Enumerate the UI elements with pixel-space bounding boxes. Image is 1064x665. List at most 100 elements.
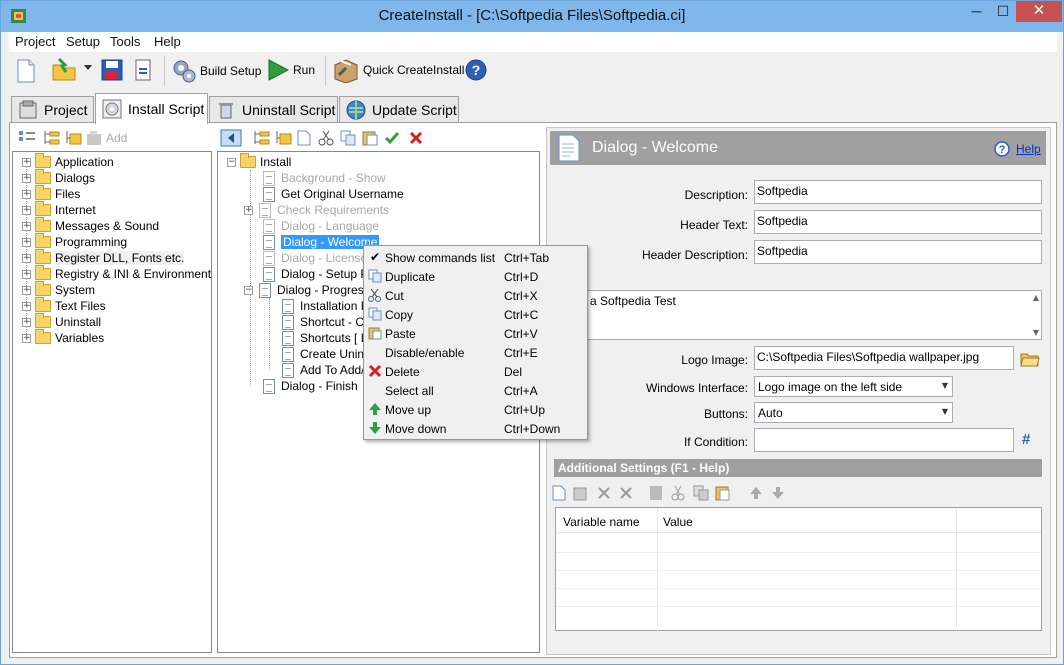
tree-item[interactable]: + Text Files (22, 297, 106, 314)
help-button[interactable]: ? (465, 59, 487, 81)
help-link[interactable]: Help (1016, 142, 1041, 156)
header-description-field[interactable]: Softpedia (754, 240, 1042, 264)
table-row[interactable] (556, 588, 1041, 589)
add-folder-icon[interactable] (64, 130, 82, 146)
maximize-button[interactable]: ☐ (990, 1, 1016, 22)
delete-icon[interactable] (408, 130, 424, 146)
header-text-field[interactable]: Softpedia (754, 210, 1042, 234)
tree-item[interactable]: + Messages & Sound (22, 217, 159, 234)
tree-item[interactable]: Create Uninst (282, 346, 373, 362)
welcome-text-area[interactable]: a Softpedia Test ▲ ▼ (554, 290, 1042, 340)
tree-item[interactable]: Dialog - Setup Pa (263, 266, 375, 282)
title-bar[interactable]: CreateInstall - [C:\Softpedia Files\Soft… (1, 1, 1063, 32)
tree-item[interactable]: Dialog - License (263, 250, 367, 266)
menu-item-move-down[interactable]: Move down Ctrl+Down (364, 419, 587, 438)
menu-help[interactable]: Help (154, 34, 181, 49)
menu-project[interactable]: Project (15, 34, 55, 49)
move-up-icon[interactable] (749, 486, 763, 500)
expand-icon[interactable]: + (22, 333, 31, 343)
tree-item[interactable]: + Internet (22, 201, 96, 218)
cut-icon[interactable] (318, 130, 334, 146)
scroll-up-icon[interactable]: ▲ (1033, 293, 1039, 302)
tree-item[interactable]: + Register DLL, Fonts etc. (22, 249, 185, 266)
open-project-button[interactable] (51, 57, 77, 83)
tree-item[interactable]: Add To Add/ (282, 362, 365, 378)
column-value[interactable]: Value (663, 515, 693, 529)
add-folder-icon[interactable] (274, 130, 292, 146)
quick-createinstall-button[interactable]: Quick CreateInstall (333, 57, 464, 83)
tree-item[interactable]: Get Original Username (263, 186, 404, 202)
paste-icon[interactable] (362, 130, 378, 146)
expand-icon[interactable]: + (22, 317, 31, 327)
expand-icon[interactable]: + (22, 237, 31, 247)
add-branch-icon[interactable] (252, 130, 270, 146)
enable-check-icon[interactable] (384, 130, 400, 146)
menu-item-delete[interactable]: Delete Del (364, 362, 587, 381)
build-setup-button[interactable]: Build Setup (172, 59, 261, 83)
close-button[interactable]: ✕ (1016, 1, 1062, 22)
windows-interface-select[interactable]: Logo image on the left side (754, 376, 953, 397)
delete-all-icon[interactable] (619, 486, 633, 500)
tree-item[interactable]: + Registry & INI & Environment (22, 265, 211, 282)
new-project-button[interactable] (16, 59, 36, 83)
expand-icon[interactable]: + (22, 205, 31, 215)
menu-item-select-all[interactable]: Select all Ctrl+A (364, 381, 587, 400)
expand-icon[interactable]: + (244, 205, 253, 215)
buttons-select[interactable]: Auto (754, 402, 953, 423)
add-branch-icon[interactable] (42, 130, 60, 146)
edit-variable-icon[interactable] (573, 485, 589, 501)
table-row[interactable] (556, 606, 1041, 607)
expand-icon[interactable]: + (22, 253, 31, 263)
menu-item-paste[interactable]: Paste Ctrl+V (364, 324, 587, 343)
tree-item-root[interactable]: − Install (227, 153, 291, 170)
tab-uninstall-script[interactable]: Uninstall Script (209, 96, 338, 123)
menu-tools[interactable]: Tools (110, 34, 140, 49)
table-row[interactable] (556, 552, 1041, 553)
document-icon[interactable] (649, 485, 663, 501)
tree-item[interactable]: Shortcuts [ Li (282, 330, 370, 346)
menu-item-copy[interactable]: Copy Ctrl+C (364, 305, 587, 324)
paste-icon[interactable] (715, 485, 731, 501)
menu-item-cut[interactable]: Cut Ctrl+X (364, 286, 587, 305)
help-icon[interactable]: ? (994, 141, 1010, 157)
tree-item[interactable]: Dialog - Finish (263, 378, 358, 394)
minimize-button[interactable]: ─ (963, 1, 990, 22)
add-button[interactable]: Add (106, 131, 127, 145)
new-variable-icon[interactable] (551, 485, 567, 501)
expand-icon[interactable]: + (22, 157, 31, 167)
tree-item[interactable]: + Check Requirements (244, 202, 389, 218)
copy-icon[interactable] (693, 485, 709, 501)
tree-item[interactable]: + Files (22, 185, 80, 202)
move-down-icon[interactable] (771, 486, 785, 500)
open-recent-dropdown[interactable] (84, 65, 92, 71)
tree-item[interactable]: + System (22, 281, 95, 298)
logo-image-field[interactable]: C:\Softpedia Files\Softpedia wallpaper.j… (754, 346, 1014, 370)
expand-icon[interactable]: + (22, 221, 31, 231)
tree-view-icon[interactable] (18, 130, 36, 146)
expand-icon[interactable]: + (22, 269, 31, 279)
tree-item[interactable]: + Uninstall (22, 313, 101, 330)
menu-item-move-up[interactable]: Move up Ctrl+Up (364, 400, 587, 419)
menu-item-duplicate[interactable]: Duplicate Ctrl+D (364, 267, 587, 286)
menu-setup[interactable]: Setup (66, 34, 100, 49)
cut-icon[interactable] (671, 485, 685, 501)
expand-icon[interactable]: + (22, 189, 31, 199)
save-button[interactable] (101, 59, 123, 81)
tree-item[interactable]: + Application (22, 153, 114, 170)
tree-item[interactable]: Installation Fil (282, 298, 373, 314)
menu-item-show-commands[interactable]: ✔ Show commands list Ctrl+Tab (364, 248, 587, 267)
tree-item[interactable]: + Programming (22, 233, 127, 250)
browse-folder-icon[interactable] (1020, 351, 1040, 367)
commands-list-toggle-icon[interactable] (220, 129, 242, 147)
tab-install-script[interactable]: Install Script (95, 93, 208, 124)
column-variable-name[interactable]: Variable name (563, 515, 640, 529)
table-row[interactable] (556, 570, 1041, 571)
delete-variable-icon[interactable] (597, 486, 611, 500)
scroll-down-icon[interactable]: ▼ (1033, 328, 1039, 337)
new-command-icon[interactable] (296, 130, 312, 146)
tree-item[interactable]: + Variables (22, 329, 104, 346)
run-button[interactable]: Run (267, 59, 315, 81)
tab-update-script[interactable]: Update Script (339, 96, 459, 123)
tree-item[interactable]: − Dialog - Progress (244, 282, 370, 298)
description-field[interactable]: Softpedia (754, 180, 1042, 204)
